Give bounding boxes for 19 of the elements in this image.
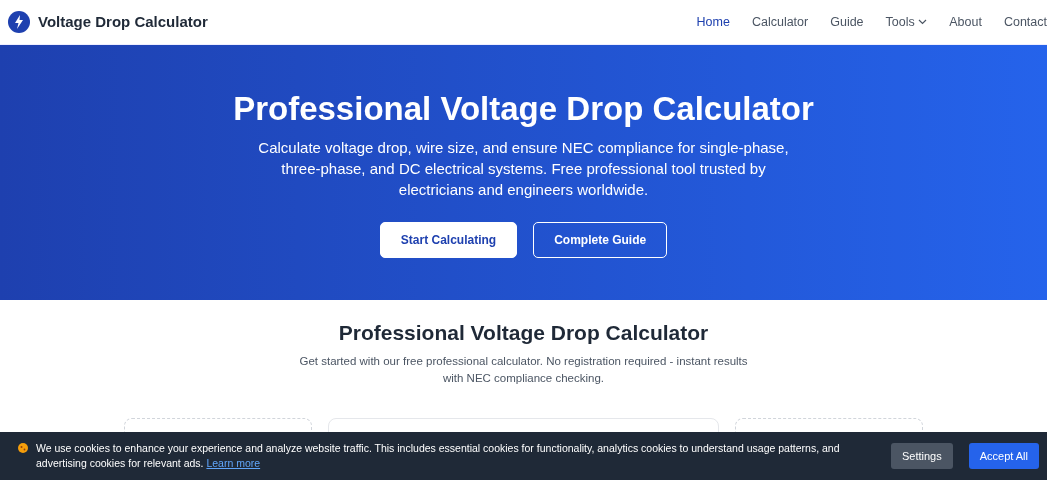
nav-link[interactable]: Calculator	[751, 12, 809, 32]
nav-link[interactable]: Tools	[885, 12, 928, 32]
hero-button[interactable]: Complete Guide	[533, 221, 668, 258]
cookie-icon	[18, 443, 28, 454]
hero-button[interactable]: Start Calculating	[379, 221, 518, 258]
cookie-button[interactable]: Settings	[890, 442, 953, 470]
hero-title: Professional Voltage Drop Calculator	[233, 89, 814, 129]
nav-link[interactable]: Guide	[830, 12, 864, 32]
section-title: Professional Voltage Drop Calculator	[338, 320, 709, 346]
site-title[interactable]: Voltage Drop Calculator	[38, 10, 208, 34]
nav-link[interactable]: Home	[696, 12, 730, 32]
nav-link[interactable]: Contact	[1003, 12, 1047, 32]
cookie-notice-text: We use cookies to enhance your experience and analyze website traffic. This includes essential cookies for functionality, analytics cookies to understand usage patterns, and advertising cookies for relevant ads. Learn more	[36, 441, 841, 471]
section-description: Get started with our free professional calculator. No registration required - instant results with NEC compliance checking.	[298, 354, 749, 387]
cookie-button[interactable]: Accept All	[968, 442, 1039, 470]
hero-description: Calculate voltage drop, wire size, and ensure NEC compliance for single-phase, three-phase, and DC electrical systems. Free professional tool trusted by electricians and engineers worldwide.	[257, 137, 790, 200]
nav-link[interactable]: About	[949, 12, 982, 32]
lightning-logo-icon	[8, 11, 30, 33]
learn-more-link[interactable]: Learn more	[206, 457, 261, 469]
